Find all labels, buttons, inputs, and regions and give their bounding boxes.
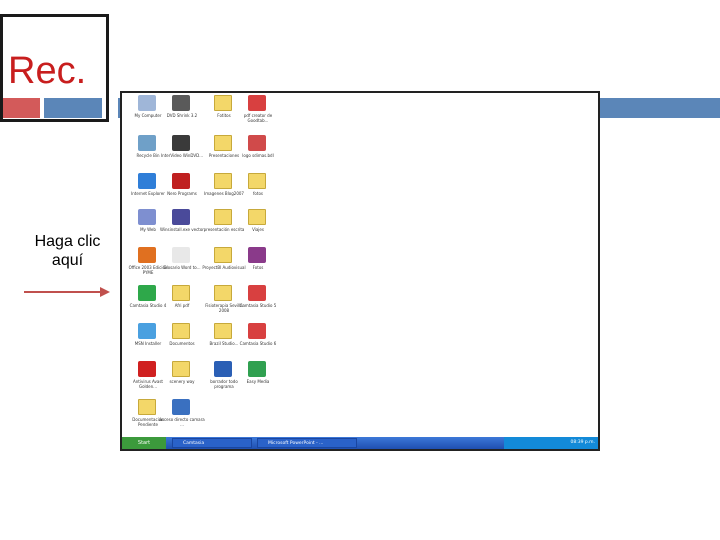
desktop-icon[interactable]: Documentos bbox=[158, 323, 206, 363]
desktop-icon[interactable]: scenery way bbox=[158, 361, 206, 401]
desktop-icon[interactable]: Viajes bbox=[234, 209, 282, 249]
desktop-icon-label: pdf creator de Goodtab... bbox=[243, 113, 273, 123]
nero-icon bbox=[172, 173, 190, 189]
desktop-icon[interactable]: pdf creator de Goodtab... bbox=[234, 95, 282, 135]
folder-icon bbox=[214, 135, 232, 151]
document-icon bbox=[248, 135, 266, 151]
accent-bar-red bbox=[3, 98, 40, 118]
folder-icon bbox=[214, 285, 232, 301]
desktop-screenshot: My Computer DVD Shrink 3.2 Fotitos pdf crea… bbox=[120, 91, 600, 451]
desktop-icon-label: InterVideo WinDVD... bbox=[160, 153, 204, 158]
folder-icon bbox=[172, 361, 190, 377]
desktop-icon-label: DVD Shrink 3.2 bbox=[166, 113, 198, 118]
desktop-icon[interactable]: Camtasia Studio 6 bbox=[234, 323, 282, 363]
shortcut-icon bbox=[172, 399, 190, 415]
desktop-icon-label: Camtasia Studio 6 bbox=[239, 341, 277, 346]
dvd-player-icon bbox=[172, 135, 190, 151]
desktop-icon[interactable]: Glosario Word to... bbox=[158, 247, 206, 287]
desktop-icon[interactable]: DVD Shrink 3.2 bbox=[158, 95, 206, 135]
desktop-icon[interactable]: Winsinstall.exe vector bbox=[158, 209, 206, 249]
dvd-icon bbox=[172, 95, 190, 111]
desktop-icon-label: Fotos bbox=[252, 265, 264, 270]
folder-icon bbox=[214, 95, 232, 111]
pdf-icon bbox=[248, 323, 266, 339]
folder-icon bbox=[172, 285, 190, 301]
pdf-icon bbox=[248, 95, 266, 111]
folder-icon bbox=[214, 323, 232, 339]
desktop-icon[interactable]: fotos bbox=[234, 173, 282, 213]
desktop-icon[interactable]: InterVideo WinDVD... bbox=[158, 135, 206, 175]
winrar-icon bbox=[248, 247, 266, 263]
accent-bar-blue bbox=[44, 98, 102, 118]
desktop-icon[interactable]: Easy Media bbox=[234, 361, 282, 401]
desktop-icon-label: Nero Programs bbox=[167, 191, 197, 196]
antivirus-icon bbox=[138, 361, 156, 377]
pdf-icon bbox=[248, 285, 266, 301]
folder-icon bbox=[214, 247, 232, 263]
desktop-icon-label: fotos bbox=[253, 191, 263, 196]
media-icon bbox=[248, 361, 266, 377]
recycle-bin-icon bbox=[138, 135, 156, 151]
caption-line-1: Haga clic bbox=[34, 233, 101, 250]
desktop-icon-label: Viajes bbox=[252, 227, 264, 232]
word-doc-icon bbox=[214, 361, 232, 377]
desktop-icon-label: Easy Media bbox=[246, 379, 270, 384]
desktop-icon-label: Camtasia Studio 5 bbox=[239, 303, 277, 308]
desktop-icon[interactable]: acceso directo camara ... bbox=[158, 399, 206, 439]
computer-icon bbox=[138, 95, 156, 111]
desktop-icon[interactable]: Camtasia Studio 5 bbox=[234, 285, 282, 325]
folder-icon bbox=[214, 173, 232, 189]
folder-icon bbox=[172, 323, 190, 339]
desktop-icon[interactable]: Afri pdf bbox=[158, 285, 206, 325]
msn-icon bbox=[138, 323, 156, 339]
desktop-icon[interactable]: Nero Programs bbox=[158, 173, 206, 213]
desktop-icon-label: Winsinstall.exe vector bbox=[160, 227, 204, 232]
system-tray-clock[interactable]: 08:39 p.m. bbox=[504, 437, 598, 449]
instruction-caption: Haga clic aquí bbox=[20, 232, 115, 270]
installer-icon bbox=[172, 209, 190, 225]
desktop-icon-label: scenery way bbox=[169, 379, 195, 384]
desktop-icon[interactable]: logo sdimas.bdl bbox=[234, 135, 282, 175]
start-button[interactable]: Start bbox=[122, 437, 166, 449]
folder-icon bbox=[138, 399, 156, 415]
desktop-icon-label: Documentos bbox=[169, 341, 195, 346]
taskbar-item-powerpoint[interactable]: Microsoft PowerPoint - ... bbox=[257, 438, 357, 448]
folder-icon bbox=[248, 209, 266, 225]
folder-icon bbox=[214, 209, 232, 225]
slide-title: Rec. bbox=[8, 50, 87, 92]
desktop-icon-label: acceso directo camara ... bbox=[159, 417, 205, 427]
caption-line-2: aquí bbox=[51, 252, 84, 269]
office-icon bbox=[138, 247, 156, 263]
taskbar[interactable]: Start Camtasia Microsoft PowerPoint - ..… bbox=[122, 437, 598, 449]
taskbar-item-camtasia[interactable]: Camtasia bbox=[172, 438, 252, 448]
desktop-icon-label: logo sdimas.bdl bbox=[242, 153, 274, 158]
network-icon bbox=[138, 209, 156, 225]
desktop-icon-label: Afri pdf bbox=[174, 303, 190, 308]
desktop-icon-label: Glosario Word to... bbox=[163, 265, 201, 270]
camtasia-icon bbox=[138, 285, 156, 301]
folder-icon bbox=[248, 173, 266, 189]
internet-explorer-icon bbox=[138, 173, 156, 189]
text-file-icon bbox=[172, 247, 190, 263]
desktop-icon[interactable]: Fotos bbox=[234, 247, 282, 287]
pointer-arrow-icon bbox=[24, 287, 110, 297]
